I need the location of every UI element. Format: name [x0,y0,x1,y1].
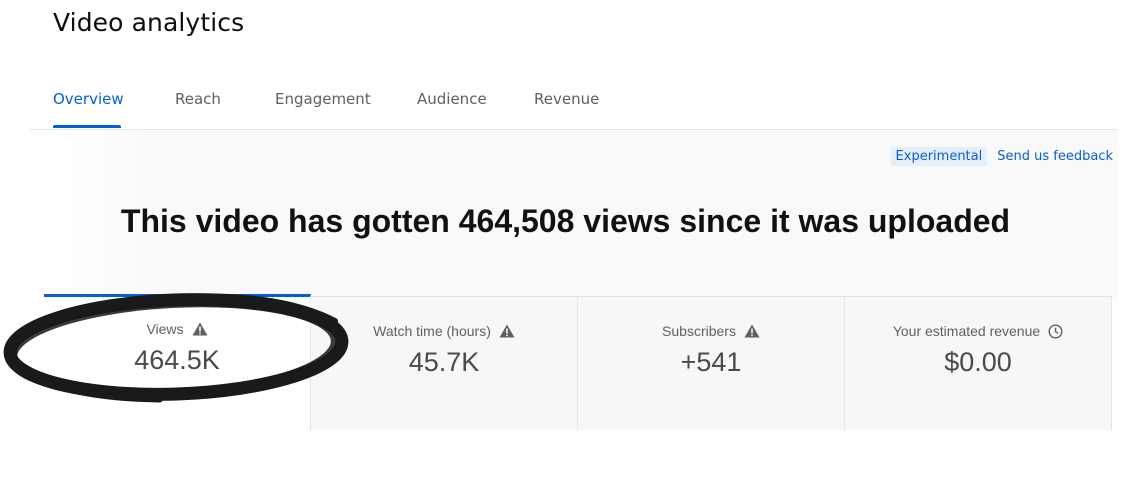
send-feedback-link[interactable]: Send us feedback [997,149,1113,164]
metric-label: Watch time (hours) [373,323,491,339]
experimental-badge: Experimental [890,146,988,166]
metric-value: $0.00 [944,347,1012,377]
tab-overview[interactable]: Overview [53,90,124,108]
metric-cards: Views 464.5K Watch time (hours) 45.7K Su… [44,294,1112,430]
metric-card-subscribers[interactable]: Subscribers +541 [578,296,845,430]
warning-icon[interactable] [744,324,760,338]
page-title: Video analytics [53,8,245,37]
tab-revenue[interactable]: Revenue [534,90,599,108]
metric-label: Your estimated revenue [892,323,1041,339]
tab-audience[interactable]: Audience [417,90,487,108]
feedback-row: Experimental Send us feedback [890,146,1113,166]
tab-reach[interactable]: Reach [175,90,221,108]
views-headline: This video has gotten 464,508 views sinc… [120,203,1011,239]
metric-label: Subscribers [662,323,736,339]
tab-bar: Overview Reach Engagement Audience Reven… [30,82,1117,130]
metric-card-revenue[interactable]: Your estimated revenue $0.00 [845,296,1112,430]
metric-value: 464.5K [134,345,220,375]
clock-icon[interactable] [1048,323,1063,339]
metric-label-row: Subscribers [578,323,844,339]
metric-label: Views [146,321,184,337]
tab-engagement[interactable]: Engagement [275,90,371,108]
metric-label-row: Your estimated revenue [845,323,1111,339]
metric-card-watch-time[interactable]: Watch time (hours) 45.7K [311,296,578,430]
metric-label-row: Watch time (hours) [311,323,577,339]
metric-label-row: Views [44,321,310,337]
metric-value: 45.7K [408,347,480,377]
warning-icon[interactable] [499,324,515,338]
active-tab-indicator [53,125,121,128]
metric-value: +541 [680,347,742,377]
warning-icon[interactable] [192,322,208,336]
metric-card-views[interactable]: Views 464.5K [44,294,311,430]
